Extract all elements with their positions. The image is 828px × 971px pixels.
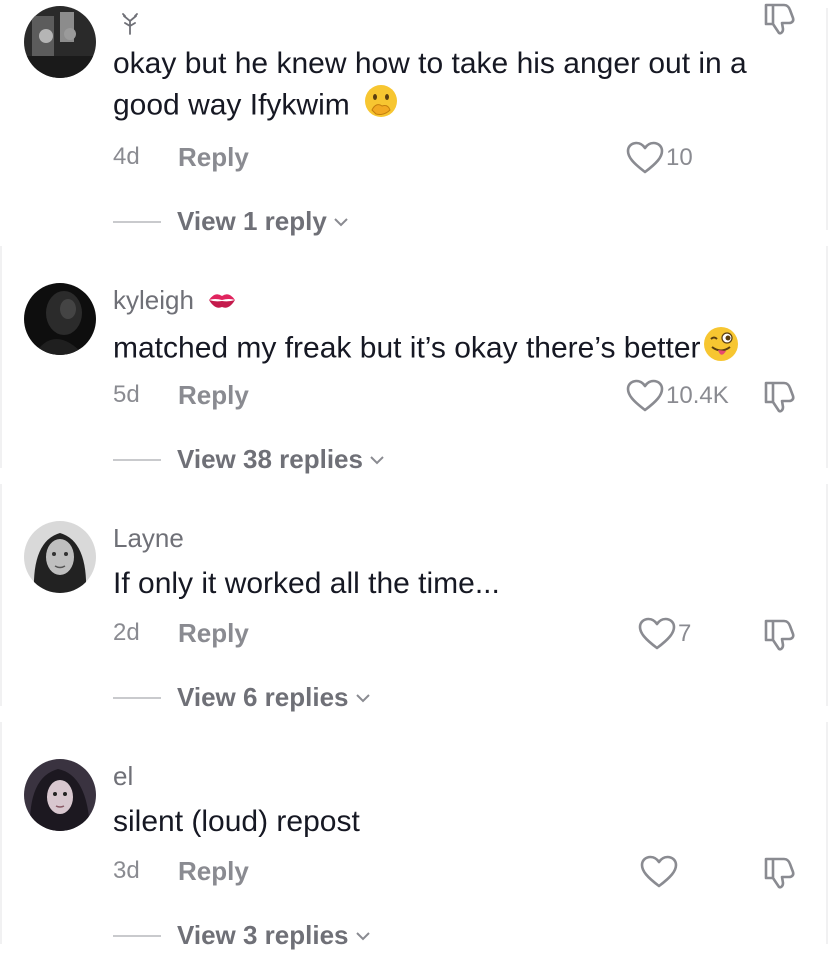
divider-line [113,696,161,699]
comment-age: 5d [113,381,140,408]
view-replies-label: View 1 reply [177,206,327,236]
avatar[interactable] [24,521,96,593]
thumbs-down-icon[interactable] [762,378,798,414]
username[interactable] [113,8,141,40]
username[interactable]: el [113,760,133,792]
comment-text-content: If only it worked all the time... [113,567,500,600]
reply-button[interactable]: Reply [178,380,249,411]
winking-face-with-tongue-emoji [703,326,739,373]
reply-button[interactable]: Reply [178,856,249,887]
comment-age: 3d [113,857,140,884]
comment-text-content: okay but he knew how to take his anger o… [113,47,747,122]
heart-icon [638,617,676,650]
comment-item: okay but he knew how to take his anger o… [0,0,828,238]
divider-line [113,458,161,461]
kiss-mark-emoji [207,286,237,318]
thumbs-down-icon[interactable] [762,854,798,890]
like-button[interactable]: 10.4K [626,378,729,414]
heart-icon [626,141,664,174]
comment-text-content: matched my freak but it’s okay there’s b… [113,331,701,365]
reply-button[interactable]: Reply [178,618,249,649]
like-count: 7 [678,620,692,647]
comment-text: okay but he knew how to take his anger o… [113,44,803,129]
comment-text: If only it worked all the time... [113,564,803,604]
view-replies-label: View 6 replies [177,682,349,712]
chevron-down-icon [334,217,348,226]
avatar[interactable] [24,283,96,355]
view-replies-label: View 38 replies [177,444,363,474]
heart-icon [640,855,678,888]
like-button[interactable]: 7 [638,616,691,652]
comment-item: Layne If only it worked all the time... … [0,476,828,714]
comment-age: 4d [113,143,140,170]
comment-item: kyleigh matched my freak but it’s okay t… [0,238,828,476]
divider-line [113,934,161,937]
thumbs-down-icon[interactable] [762,0,798,36]
comment-text: silent (loud) repost [113,802,803,842]
reply-button[interactable]: Reply [178,142,249,173]
view-replies-button[interactable]: View 38 replies [113,444,385,475]
chevron-down-icon [370,455,384,464]
username-text: kyleigh [113,285,194,315]
comment-text-content: silent (loud) repost [113,805,360,838]
edge-divider [0,722,2,944]
username-text: el [113,761,134,791]
view-replies-label: View 3 replies [177,920,349,950]
divider-line [113,220,161,223]
view-replies-button[interactable]: View 6 replies [113,682,371,713]
like-button[interactable]: 10 [626,140,693,176]
like-button[interactable] [640,854,680,890]
like-count: 10 [666,144,693,171]
edge-divider [0,246,2,468]
view-replies-button[interactable]: View 3 replies [113,920,371,951]
edge-divider [0,484,2,706]
avatar-image [24,759,96,831]
avatar-image [24,521,96,593]
thumbs-down-icon[interactable] [762,616,798,652]
username[interactable]: Layne [113,522,184,554]
face-with-hand-over-mouth-emoji [364,84,398,129]
username[interactable]: kyleigh [113,284,237,316]
chevron-down-icon [355,693,370,702]
avatar-image [24,283,96,355]
like-count: 10.4K [666,382,729,409]
avatar[interactable] [24,6,96,78]
heart-icon [626,379,664,412]
avatar[interactable] [24,759,96,831]
comment-age: 2d [113,619,140,646]
seedling-glyph-icon [119,10,141,42]
chevron-down-icon [355,931,370,940]
view-replies-button[interactable]: View 1 reply [113,206,349,237]
comment-item: el silent (loud) repost 3d Reply View 3 … [0,714,828,952]
username-text: Layne [113,523,184,553]
comment-text: matched my freak but it’s okay there’s b… [113,326,803,373]
avatar-image [24,6,96,78]
